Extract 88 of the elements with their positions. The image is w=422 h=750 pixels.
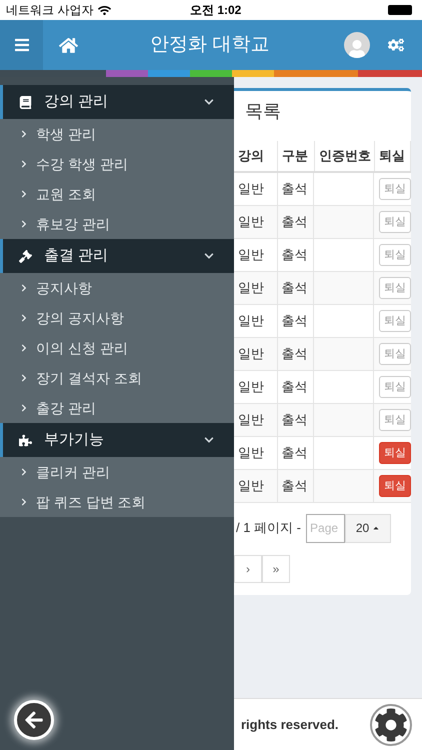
- chevron-icon: [20, 284, 28, 292]
- menu-item[interactable]: 팝 퀴즈 답변 조회: [0, 487, 234, 517]
- menu-item[interactable]: 출강 관리: [0, 393, 234, 423]
- table-cell-text: 출석: [282, 477, 308, 496]
- menu-section-header[interactable]: 부가기능: [0, 423, 234, 457]
- table-cell-text: 출석: [282, 378, 308, 396]
- chevron-icon: [204, 251, 214, 261]
- page-title: 목록: [245, 100, 281, 122]
- menu-item[interactable]: 장기 결석자 조회: [0, 363, 234, 393]
- table-cell-text: 일반: [238, 411, 264, 430]
- section-icon: [19, 434, 32, 446]
- back-button[interactable]: [14, 700, 54, 740]
- checkout-button[interactable]: 퇴실: [378, 244, 411, 266]
- home-icon[interactable]: [59, 36, 78, 54]
- table-cell-text: 일반: [238, 213, 264, 232]
- chevron-icon: [204, 435, 214, 445]
- checkout-button[interactable]: 퇴실: [378, 277, 411, 299]
- table-cell-text: 출석: [282, 345, 308, 364]
- table-cell-text: 출석: [282, 180, 308, 198]
- back-icon: [24, 710, 44, 730]
- pager-button[interactable]: »: [262, 555, 290, 583]
- chevron-icon: [204, 97, 214, 107]
- table-cell-text: 일반: [238, 345, 264, 364]
- section-icon: [19, 250, 32, 262]
- checkout-button[interactable]: 퇴실: [378, 409, 411, 431]
- section-icon: [19, 96, 32, 108]
- menu-item[interactable]: 공지사항: [0, 273, 234, 303]
- column-header: 구분: [278, 141, 315, 171]
- avatar[interactable]: [344, 32, 370, 58]
- page-size-button[interactable]: 20: [345, 514, 392, 542]
- chevron-icon: [20, 190, 28, 198]
- menu-item[interactable]: 클리커 관리: [0, 457, 234, 487]
- chevron-icon: [20, 468, 28, 476]
- table-cell-text: 출석: [282, 312, 308, 330]
- menu-item[interactable]: 학생 관리: [0, 119, 234, 149]
- column-header: 인증번호: [315, 141, 375, 171]
- menu-item[interactable]: 휴보강 관리: [0, 209, 234, 239]
- checkout-button[interactable]: 퇴실: [378, 376, 411, 398]
- menu-section-header[interactable]: 출결 관리: [0, 239, 234, 273]
- menu-item[interactable]: 수강 학생 관리: [0, 149, 234, 179]
- person-icon: [348, 40, 366, 58]
- settings-button[interactable]: [370, 704, 412, 746]
- chevron-icon: [20, 220, 28, 228]
- wifi-icon: [98, 4, 112, 16]
- table-cell-text: 일반: [238, 477, 264, 496]
- checkout-button[interactable]: 퇴실: [378, 211, 411, 233]
- checkout-button[interactable]: 퇴실: [378, 178, 411, 200]
- menu-section-header[interactable]: 강의 관리: [0, 85, 234, 119]
- table-cell-text: 출석: [282, 213, 308, 232]
- menu-item[interactable]: 교원 조회: [0, 179, 234, 209]
- table-cell-text: 일반: [238, 378, 264, 396]
- menu-item[interactable]: 이의 신청 관리: [0, 333, 234, 363]
- table-cell-text: 일반: [238, 444, 264, 462]
- chevron-icon: [20, 130, 28, 138]
- checkout-button[interactable]: 퇴실: [378, 442, 411, 464]
- table-cell-text: 출석: [282, 246, 308, 264]
- checkout-button[interactable]: 퇴실: [378, 475, 411, 497]
- table-cell-text: 일반: [238, 312, 264, 330]
- table-cell-text: 일반: [238, 246, 264, 264]
- battery-icon: [388, 5, 412, 15]
- copyright-text: rights reserved.: [241, 716, 339, 734]
- app-title: 안정화 대학교: [150, 32, 270, 57]
- table-cell-text: 일반: [238, 180, 264, 198]
- chevron-icon: [20, 374, 28, 382]
- menu-button[interactable]: [0, 20, 43, 70]
- pager-button[interactable]: ›: [234, 555, 262, 583]
- menu-icon: [14, 37, 30, 53]
- chevron-icon: [20, 344, 28, 352]
- settings-icon: [374, 708, 408, 742]
- carrier-name: 네트워크 사업자: [6, 2, 94, 19]
- column-header: 강의: [234, 141, 278, 171]
- settings-icon[interactable]: [388, 37, 404, 53]
- chevron-icon: [20, 160, 28, 168]
- checkout-button[interactable]: 퇴실: [378, 310, 411, 332]
- table-cell-text: 출석: [282, 279, 308, 298]
- table-cell-text: 출석: [282, 444, 308, 462]
- checkout-button[interactable]: 퇴실: [378, 343, 411, 365]
- menu-item[interactable]: 강의 공지사항: [0, 303, 234, 333]
- table-cell-text: 출석: [282, 411, 308, 430]
- table-cell-text: 일반: [238, 279, 264, 298]
- page-input[interactable]: Page: [306, 514, 346, 542]
- chevron-icon: [20, 498, 28, 506]
- caret-icon: [372, 524, 380, 532]
- clock: 오전 1:02: [190, 2, 242, 19]
- column-header: 퇴실: [375, 141, 411, 171]
- chevron-icon: [20, 314, 28, 322]
- chevron-icon: [20, 404, 28, 412]
- page-summary: / 1 페이지 -: [236, 519, 302, 538]
